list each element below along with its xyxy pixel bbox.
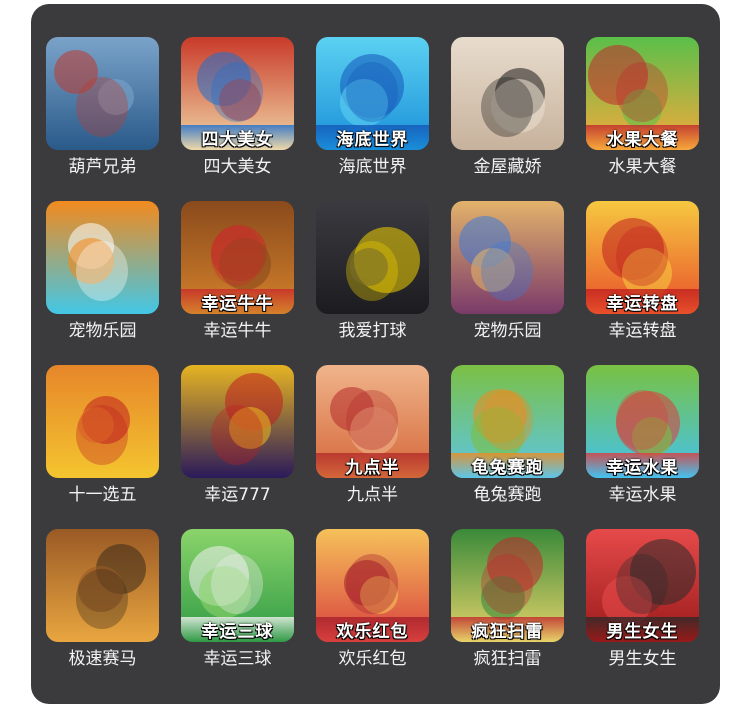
game-label: 宠物乐园 xyxy=(473,321,542,341)
game-banner-text: 幸运牛牛 xyxy=(181,289,294,314)
game-label: 葫芦兄弟 xyxy=(68,157,137,177)
game-banner-text: 男生女生 xyxy=(586,617,699,642)
fruit-feast-icon[interactable]: 水果大餐 xyxy=(586,37,699,150)
game-label: 幸运777 xyxy=(204,485,271,505)
game-label: 四大美女 xyxy=(203,157,272,177)
game-banner-text: 九点半 xyxy=(316,453,429,478)
game-label: 幸运转盘 xyxy=(608,321,677,341)
game-label: 幸运三球 xyxy=(203,649,272,669)
game-label: 水果大餐 xyxy=(608,157,677,177)
game-tile[interactable]: 幸运水果 幸运水果 xyxy=(586,365,699,505)
lucky-three-balls-icon[interactable]: 幸运三球 xyxy=(181,529,294,642)
game-banner-text: 幸运三球 xyxy=(181,617,294,642)
game-label: 宠物乐园 xyxy=(68,321,137,341)
game-label: 欢乐红包 xyxy=(338,649,407,669)
game-tile[interactable]: 海底世界 海底世界 xyxy=(316,37,429,177)
game-label: 幸运水果 xyxy=(608,485,677,505)
lucky-bull-icon[interactable]: 幸运牛牛 xyxy=(181,201,294,314)
game-tile[interactable]: 幸运转盘 幸运转盘 xyxy=(586,201,699,341)
tortoise-hare-icon[interactable]: 龟兔赛跑 xyxy=(451,365,564,478)
game-tile[interactable]: 龟兔赛跑 龟兔赛跑 xyxy=(451,365,564,505)
game-tile[interactable]: 我爱打球 xyxy=(316,201,429,341)
game-label: 疯狂扫雷 xyxy=(473,649,542,669)
game-tile[interactable]: 四大美女 四大美女 xyxy=(181,37,294,177)
red-envelope-icon[interactable]: 欢乐红包 xyxy=(316,529,429,642)
horse-racing-icon[interactable] xyxy=(46,529,159,642)
game-label: 金屋藏娇 xyxy=(473,157,542,177)
slot-777-icon[interactable] xyxy=(181,365,294,478)
game-tile[interactable]: 葫芦兄弟 xyxy=(46,37,159,177)
game-banner-text: 欢乐红包 xyxy=(316,617,429,642)
game-label: 海底世界 xyxy=(338,157,407,177)
game-tile[interactable]: 欢乐红包 欢乐红包 xyxy=(316,529,429,669)
undersea-world-icon[interactable]: 海底世界 xyxy=(316,37,429,150)
game-grid-panel: 葫芦兄弟 四大美女 四大美女 海底世界 海底世界 金屋藏娇 水果大餐 水果大餐 宠物乐园 幸运牛牛… xyxy=(31,4,720,704)
game-banner-text: 龟兔赛跑 xyxy=(451,453,564,478)
game-label: 我爱打球 xyxy=(338,321,407,341)
game-tile[interactable]: 幸运777 xyxy=(181,365,294,505)
calabash-brothers-icon[interactable] xyxy=(46,37,159,150)
game-label: 极速赛马 xyxy=(68,649,137,669)
game-label: 幸运牛牛 xyxy=(203,321,272,341)
lucky-wheel-icon[interactable]: 幸运转盘 xyxy=(586,201,699,314)
lucky-fruit-icon[interactable]: 幸运水果 xyxy=(586,365,699,478)
game-tile[interactable]: 宠物乐园 xyxy=(46,201,159,341)
game-tile[interactable]: 金屋藏娇 xyxy=(451,37,564,177)
boys-girls-icon[interactable]: 男生女生 xyxy=(586,529,699,642)
game-banner-text: 幸运转盘 xyxy=(586,289,699,314)
game-banner-text: 水果大餐 xyxy=(586,125,699,150)
four-beauties-icon[interactable]: 四大美女 xyxy=(181,37,294,150)
game-label: 男生女生 xyxy=(608,649,677,669)
game-tile[interactable]: 疯狂扫雷 疯狂扫雷 xyxy=(451,529,564,669)
game-banner-text: 海底世界 xyxy=(316,125,429,150)
game-banner-text: 幸运水果 xyxy=(586,453,699,478)
orange-cat-icon[interactable] xyxy=(46,201,159,314)
game-tile[interactable]: 九点半 九点半 xyxy=(316,365,429,505)
game-tile[interactable]: 极速赛马 xyxy=(46,529,159,669)
game-banner-text: 四大美女 xyxy=(181,125,294,150)
game-label: 九点半 xyxy=(347,485,398,505)
game-tile[interactable]: 水果大餐 水果大餐 xyxy=(586,37,699,177)
game-tile[interactable]: 男生女生 男生女生 xyxy=(586,529,699,669)
game-tile[interactable]: 宠物乐园 xyxy=(451,201,564,341)
game-label: 龟兔赛跑 xyxy=(473,485,542,505)
eleven-pick-five-icon[interactable] xyxy=(46,365,159,478)
minesweeper-icon[interactable]: 疯狂扫雷 xyxy=(451,529,564,642)
game-tile[interactable]: 幸运牛牛 幸运牛牛 xyxy=(181,201,294,341)
game-tile[interactable]: 十一选五 xyxy=(46,365,159,505)
golden-house-icon[interactable] xyxy=(451,37,564,150)
game-label: 十一选五 xyxy=(68,485,137,505)
game-grid: 葫芦兄弟 四大美女 四大美女 海底世界 海底世界 金屋藏娇 水果大餐 水果大餐 宠物乐园 幸运牛牛… xyxy=(46,37,699,669)
game-banner-text: 疯狂扫雷 xyxy=(451,617,564,642)
nine-thirty-icon[interactable]: 九点半 xyxy=(316,365,429,478)
cartoon-rabbit-icon[interactable] xyxy=(451,201,564,314)
game-tile[interactable]: 幸运三球 幸运三球 xyxy=(181,529,294,669)
soccer-girl-icon[interactable] xyxy=(316,201,429,314)
